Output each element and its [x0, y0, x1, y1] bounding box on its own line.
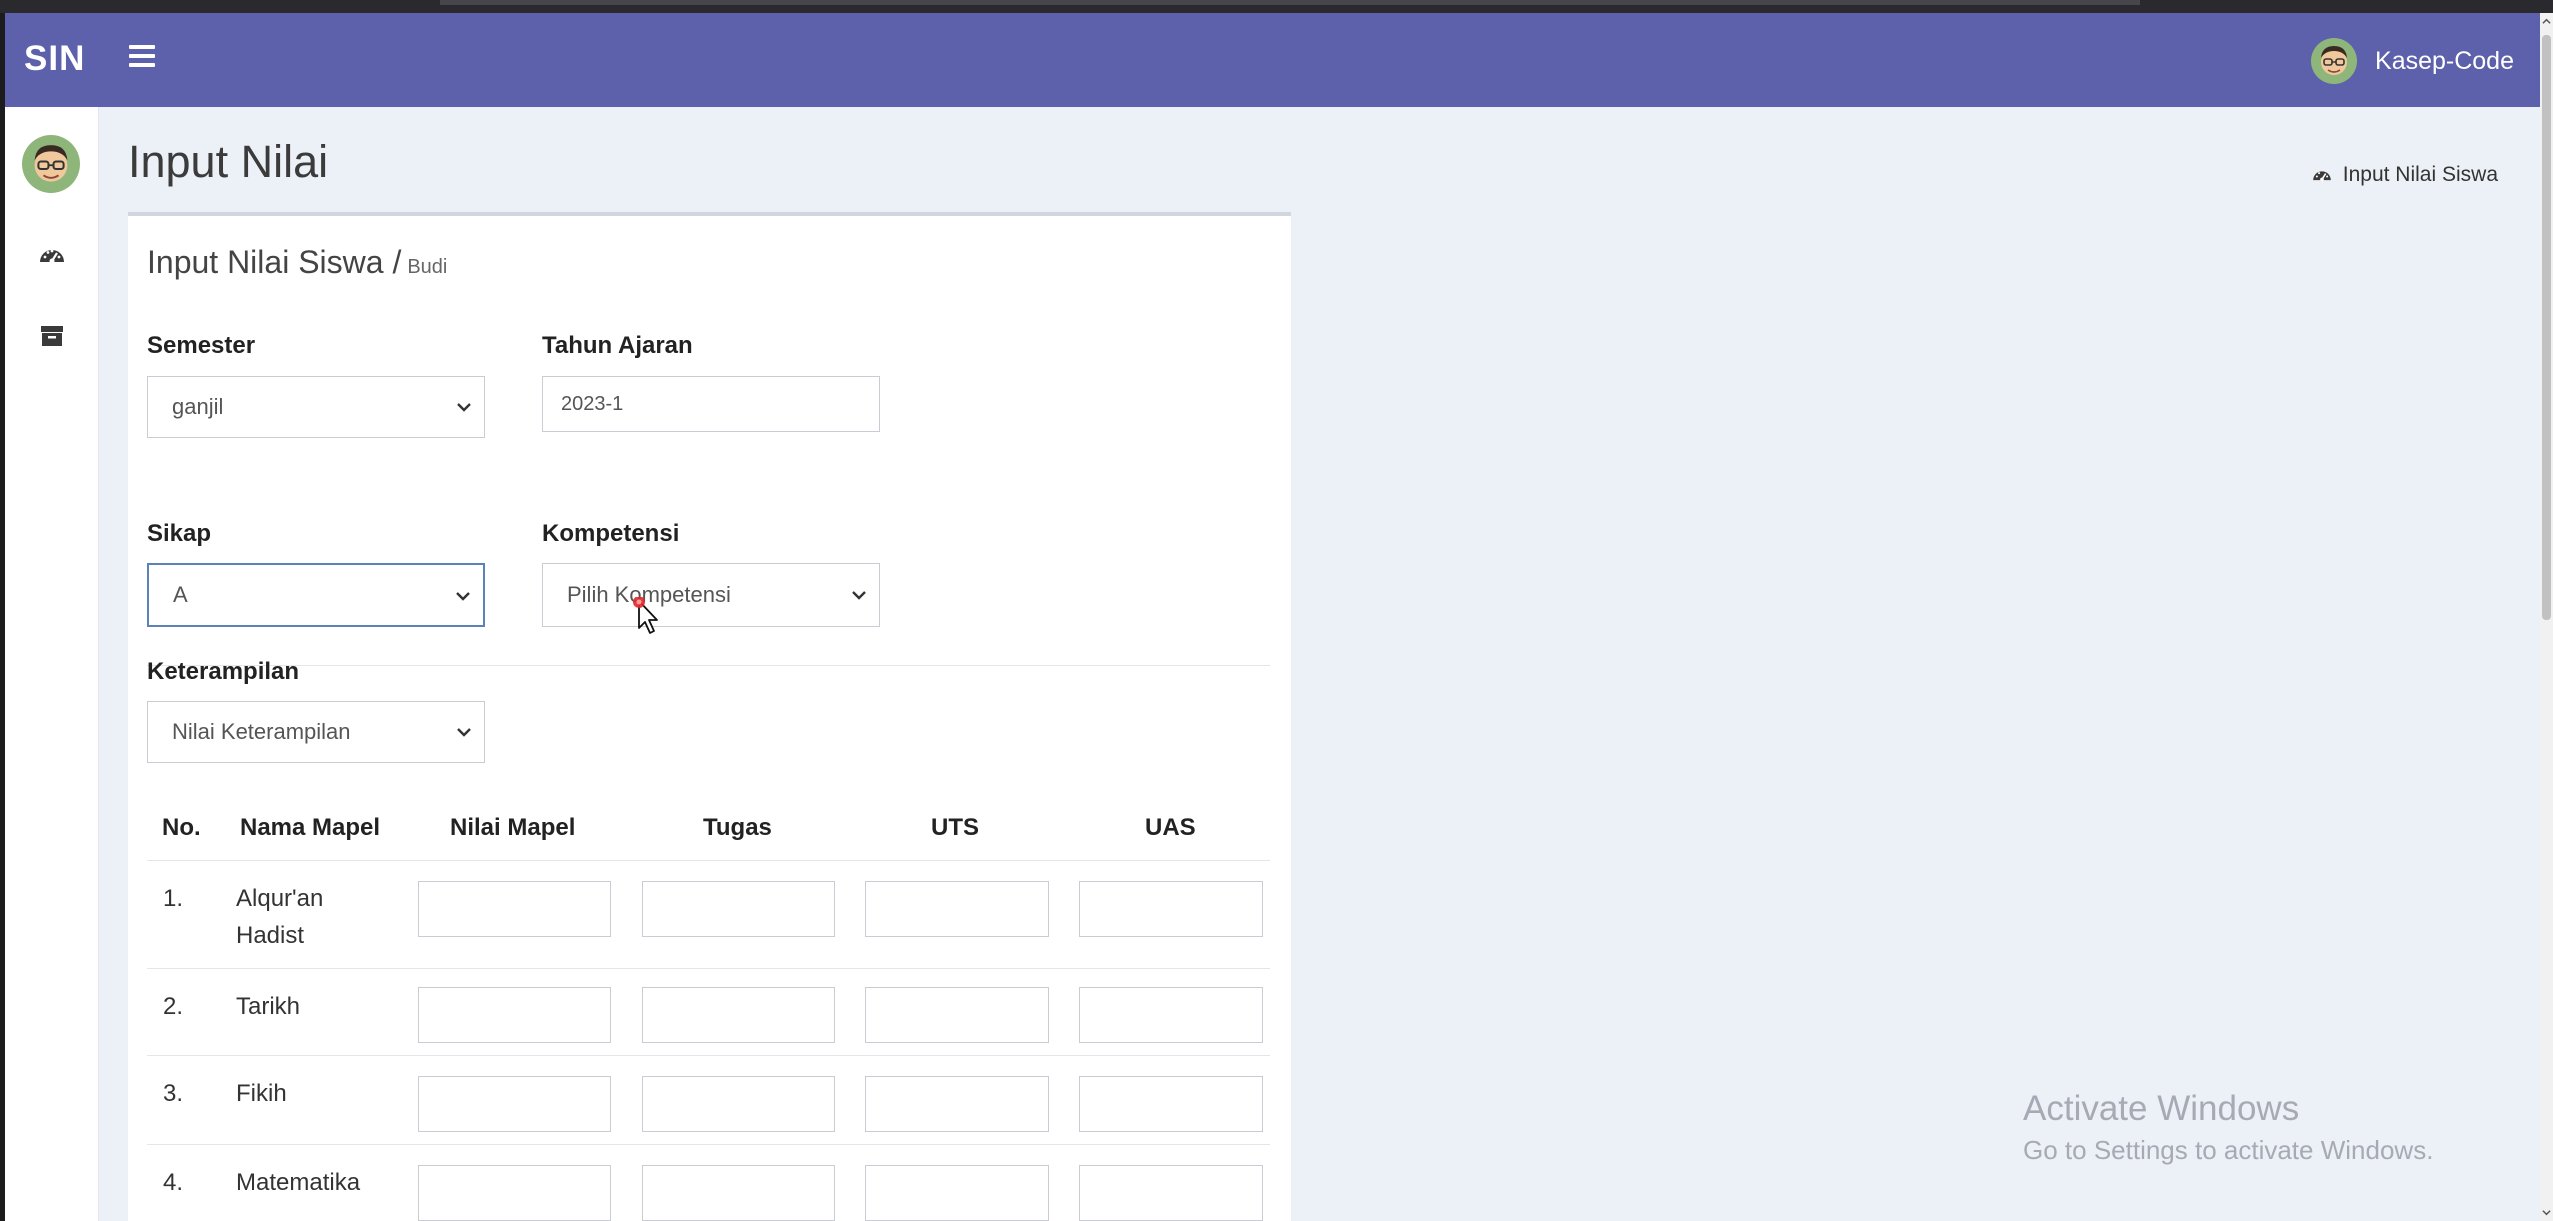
row-2-uas-input[interactable]: [1079, 987, 1263, 1043]
row-1-mapel-line2: Hadist: [236, 922, 305, 949]
dashboard-icon: [2312, 171, 2331, 182]
scroll-up-icon[interactable]: [2542, 17, 2551, 26]
row-1-uts-input[interactable]: [865, 881, 1049, 937]
row-divider: [147, 1144, 1270, 1145]
window-top-strip: [0, 0, 2553, 13]
keterampilan-select[interactable]: Nilai Keterampilan: [147, 701, 485, 763]
top-navbar: SIN Kasep-Code: [5, 13, 2540, 107]
row-2-no: 2.: [163, 993, 184, 1020]
scrollbar-thumb[interactable]: [2542, 35, 2551, 620]
table-header-tugas: Tugas: [703, 814, 772, 841]
row-3-no: 3.: [163, 1080, 184, 1107]
row-4-no: 4.: [163, 1169, 184, 1196]
card-title: Input Nilai Siswa / Budi: [147, 244, 447, 281]
row-3-uas-input[interactable]: [1079, 1076, 1263, 1132]
semester-select[interactable]: ganjil: [147, 376, 485, 438]
table-header-divider: [147, 860, 1270, 861]
activate-windows-title: Activate Windows: [2023, 1089, 2300, 1128]
row-1-nilai-mapel-input[interactable]: [418, 881, 611, 937]
dashboard-icon[interactable]: [37, 240, 67, 270]
row-divider: [147, 1055, 1270, 1056]
archive-icon[interactable]: [37, 321, 67, 351]
form-divider: [147, 665, 1270, 666]
table-header-uas: UAS: [1145, 814, 1196, 841]
row-4-mapel: Matematika: [236, 1169, 361, 1196]
app-root: SIN Kasep-Code Input Nilai Input Nilai S…: [5, 13, 2540, 1221]
row-3-uts-input[interactable]: [865, 1076, 1049, 1132]
semester-value: ganjil: [172, 394, 224, 419]
row-4-tugas-input[interactable]: [642, 1165, 835, 1221]
user-menu[interactable]: Kasep-Code: [2311, 37, 2514, 85]
window-title-bar: [440, 0, 2140, 5]
row-3-nilai-mapel-input[interactable]: [418, 1076, 611, 1132]
student-name: Budi: [407, 256, 448, 278]
row-1-uas-input[interactable]: [1079, 881, 1263, 937]
chevron-down-icon: [852, 591, 866, 600]
kompetensi-label: Kompetensi: [542, 520, 680, 547]
table-header-nilai-mapel: Nilai Mapel: [450, 814, 576, 841]
sidebar-avatar: [22, 135, 80, 193]
row-1-mapel: Alqur'an: [236, 885, 324, 912]
chevron-down-icon: [457, 403, 471, 412]
breadcrumb[interactable]: Input Nilai Siswa: [2311, 163, 2498, 187]
sikap-label: Sikap: [147, 520, 212, 547]
input-nilai-card: Input Nilai Siswa / Budi Semester ganjil …: [128, 212, 1291, 1221]
sikap-select[interactable]: A: [147, 563, 485, 627]
kompetensi-select[interactable]: Pilih Kompetensi: [542, 563, 880, 627]
row-2-tugas-input[interactable]: [642, 987, 835, 1043]
row-divider: [147, 968, 1270, 969]
row-4-uts-input[interactable]: [865, 1165, 1049, 1221]
row-3-tugas-input[interactable]: [642, 1076, 835, 1132]
scroll-down-icon[interactable]: [2542, 1208, 2551, 1217]
table-header-nama-mapel: Nama Mapel: [240, 814, 381, 841]
sikap-value: A: [173, 582, 188, 607]
card-title-text: Input Nilai Siswa /: [147, 244, 402, 280]
chevron-down-icon: [457, 728, 471, 737]
tahun-ajaran-value: 2023-1: [561, 392, 624, 415]
tahun-ajaran-label: Tahun Ajaran: [542, 332, 693, 359]
brand-logo[interactable]: SIN: [24, 39, 85, 79]
sidebar: [5, 107, 99, 1221]
row-4-uas-input[interactable]: [1079, 1165, 1263, 1221]
tahun-ajaran-input[interactable]: 2023-1: [542, 376, 880, 432]
row-4-nilai-mapel-input[interactable]: [418, 1165, 611, 1221]
row-3-mapel: Fikih: [236, 1080, 287, 1107]
keterampilan-label: Keterampilan: [147, 658, 300, 685]
page-title: Input Nilai: [128, 136, 329, 187]
user-name: Kasep-Code: [2375, 46, 2514, 75]
menu-toggle-icon[interactable]: [129, 45, 155, 75]
row-2-nilai-mapel-input[interactable]: [418, 987, 611, 1043]
row-1-tugas-input[interactable]: [642, 881, 835, 937]
page-scrollbar[interactable]: [2540, 13, 2553, 1221]
table-header-uts: UTS: [931, 814, 979, 841]
user-avatar: [2311, 38, 2358, 84]
row-1-no: 1.: [163, 885, 184, 912]
activate-windows-subtitle: Go to Settings to activate Windows.: [2023, 1135, 2434, 1165]
row-2-mapel: Tarikh: [236, 993, 301, 1020]
kompetensi-value: Pilih Kompetensi: [567, 582, 731, 607]
keterampilan-value: Nilai Keterampilan: [172, 719, 351, 744]
table-header-no: No.: [162, 814, 201, 841]
chevron-down-icon: [456, 592, 470, 601]
breadcrumb-text: Input Nilai Siswa: [2342, 163, 2498, 186]
semester-label: Semester: [147, 332, 256, 359]
row-2-uts-input[interactable]: [865, 987, 1049, 1043]
